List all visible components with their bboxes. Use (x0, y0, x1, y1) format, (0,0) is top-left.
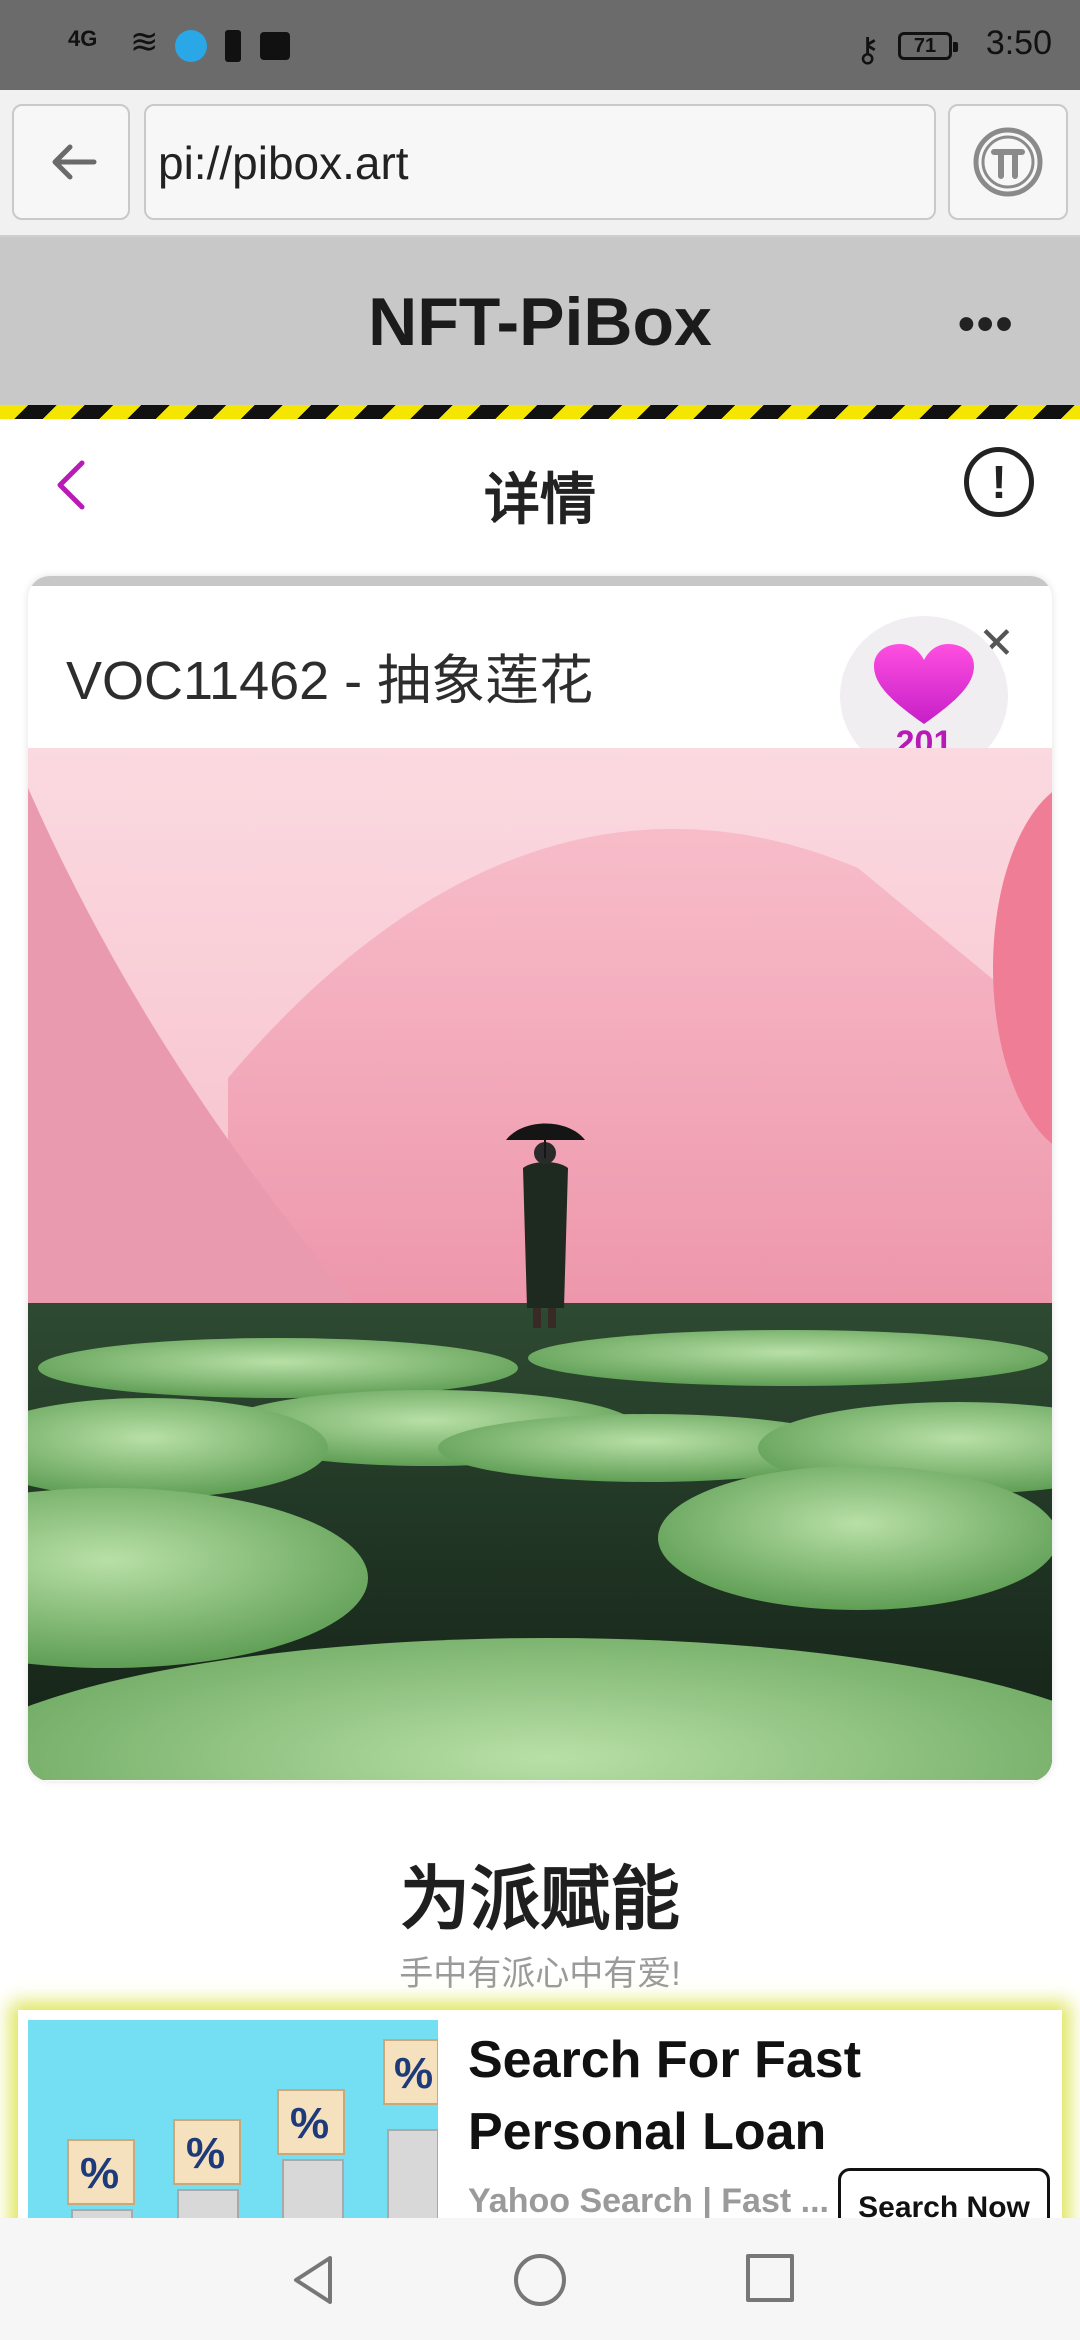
hazard-stripe-divider (0, 405, 1080, 419)
status-time: 3:50 (985, 24, 1052, 62)
app-title: NFT-PiBox (368, 284, 712, 360)
url-text: pi://pibox.art (158, 137, 409, 189)
more-options-icon[interactable]: ••• (958, 297, 1014, 352)
wifi-icon: ≋ (130, 23, 159, 61)
app-notification-icon (175, 30, 207, 62)
key-icon: ⚷ (855, 31, 880, 69)
battery-alert-icon (225, 30, 241, 62)
status-bar: 4G ≋ ⚷ 71 3:50 (0, 0, 1080, 90)
pi-logo-icon (973, 127, 1043, 197)
nav-back-icon[interactable] (288, 2252, 338, 2308)
browser-back-button[interactable] (12, 104, 130, 220)
slogan-subtitle: 手中有派心中有爱! (399, 1955, 681, 1993)
page-title: 详情 (484, 468, 596, 531)
mail-icon (260, 32, 290, 60)
battery-indicator: 71 (898, 32, 958, 60)
ad-source: Yahoo Search | Fast ... (468, 2182, 829, 2220)
ad-headline[interactable]: Search For Fast Personal Loan (468, 2024, 1048, 2168)
nft-artwork-image[interactable] (28, 748, 1052, 1780)
nft-detail-card: VOC11462 - 抽象莲花 ✕ 201 (28, 576, 1052, 1781)
heart-icon (874, 644, 974, 724)
browser-toolbar: pi://pibox.art (0, 90, 1080, 237)
info-icon[interactable]: ! (964, 447, 1034, 517)
signal-icon: 4G (68, 26, 98, 51)
card-top-border (28, 576, 1052, 586)
detail-navbar: 详情 ! (0, 419, 1080, 549)
nft-title: VOC11462 - 抽象莲花 (66, 651, 594, 711)
system-navigation-bar (0, 2218, 1080, 2340)
svg-text:%: % (80, 2149, 119, 2198)
nav-recents-icon[interactable] (746, 2254, 794, 2302)
svg-text:%: % (290, 2099, 329, 2148)
pi-browser-button[interactable] (948, 104, 1068, 220)
slogan-title: 为派赋能 (400, 1860, 680, 1938)
app-header: NFT-PiBox ••• (0, 237, 1080, 405)
arrow-left-icon (52, 144, 97, 180)
svg-text:%: % (394, 2049, 433, 2098)
svg-text:%: % (186, 2129, 225, 2178)
url-field[interactable]: pi://pibox.art (144, 104, 936, 220)
nav-home-icon[interactable] (514, 2254, 566, 2306)
